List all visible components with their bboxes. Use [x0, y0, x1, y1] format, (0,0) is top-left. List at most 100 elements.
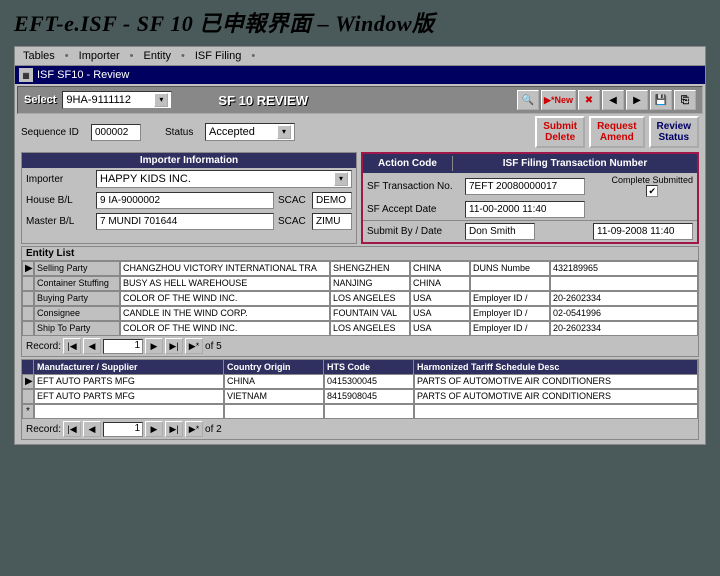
select-value: 9HA-9111112: [66, 94, 131, 106]
request-amend-button[interactable]: RequestAmend: [589, 116, 644, 148]
nav-new-button[interactable]: ▶*: [185, 421, 203, 437]
hts-desc-field[interactable]: PARTS OF AUTOMOTIVE AIR CONDITIONERS: [414, 374, 698, 389]
hts-country-field[interactable]: [224, 404, 324, 419]
house-scac-field[interactable]: DEMO: [312, 192, 352, 209]
hts-code-field[interactable]: 0415300045: [324, 374, 414, 389]
select-combo[interactable]: 9HA-9111112 ▾: [62, 91, 172, 109]
importer-label: Importer: [26, 174, 92, 185]
hts-record-nav: Record: |◀ ◀ 1 ▶ ▶| ▶* of 2: [22, 419, 698, 439]
hts-desc-field[interactable]: [414, 404, 698, 419]
nav-prev-button[interactable]: ◀: [83, 421, 101, 437]
entity-idval-field[interactable]: 02-0541996: [550, 306, 698, 321]
entity-country-field[interactable]: CHINA: [410, 261, 470, 276]
entity-idval-field[interactable]: 20-2602334: [550, 291, 698, 306]
close-icon[interactable]: ⎘: [674, 90, 696, 110]
entity-name-field[interactable]: COLOR OF THE WIND INC.: [120, 321, 330, 336]
hts-panel: Manufacturer / Supplier Country Origin H…: [21, 359, 699, 440]
entity-row[interactable]: ConsigneeCANDLE IN THE WIND CORP.FOUNTAI…: [22, 306, 698, 321]
nav-next-button[interactable]: ▶: [145, 338, 163, 354]
hts-mfg-field[interactable]: [34, 404, 224, 419]
nav-last-button[interactable]: ▶|: [165, 421, 183, 437]
slide-title: EFT-e.ISF - SF 10 已申報界面 – Window版: [0, 0, 720, 46]
binoculars-icon[interactable]: 🔍: [517, 90, 539, 110]
hts-code-field[interactable]: 8415908045: [324, 389, 414, 404]
cross-icon[interactable]: ✖: [578, 90, 600, 110]
hts-row[interactable]: EFT AUTO PARTS MFGVIETNAM8415908045PARTS…: [22, 389, 698, 404]
house-bl-field[interactable]: 9 IA-9000002: [96, 192, 274, 209]
hts-desc-field[interactable]: PARTS OF AUTOMOTIVE AIR CONDITIONERS: [414, 389, 698, 404]
accept-date-field[interactable]: 11-00-2000 11:40: [465, 201, 585, 218]
entity-name-field[interactable]: COLOR OF THE WIND INC.: [120, 291, 330, 306]
entity-city-field[interactable]: FOUNTAIN VAL: [330, 306, 410, 321]
entity-city-field[interactable]: LOS ANGELES: [330, 291, 410, 306]
next-button[interactable]: ▶: [626, 90, 648, 110]
menu-tables[interactable]: Tables: [19, 49, 59, 63]
entity-city-field[interactable]: LOS ANGELES: [330, 321, 410, 336]
nav-prev-button[interactable]: ◀: [83, 338, 101, 354]
txn-no-label: SF Transaction No.: [367, 181, 461, 192]
entity-country-field[interactable]: USA: [410, 321, 470, 336]
entity-country-field[interactable]: USA: [410, 291, 470, 306]
chevron-down-icon[interactable]: ▾: [277, 125, 291, 139]
entity-idval-field[interactable]: 20-2602334: [550, 321, 698, 336]
record-position[interactable]: 1: [103, 339, 143, 354]
record-of: of 5: [205, 341, 222, 352]
record-label: Record:: [26, 341, 61, 352]
review-status-button[interactable]: ReviewStatus: [649, 116, 699, 148]
prev-button[interactable]: ◀: [602, 90, 624, 110]
menu-isf-filing[interactable]: ISF Filing: [191, 49, 245, 63]
hts-mfg-field[interactable]: EFT AUTO PARTS MFG: [34, 374, 224, 389]
entity-country-field[interactable]: CHINA: [410, 276, 470, 291]
complete-submitted-checkbox[interactable]: ✔: [646, 185, 658, 197]
menu-importer[interactable]: Importer: [75, 49, 124, 63]
nav-new-button[interactable]: ▶*: [185, 338, 203, 354]
hts-country-field[interactable]: VIETNAM: [224, 389, 324, 404]
nav-first-button[interactable]: |◀: [63, 421, 81, 437]
entity-name-field[interactable]: CANDLE IN THE WIND CORP.: [120, 306, 330, 321]
entity-row[interactable]: Buying PartyCOLOR OF THE WIND INC.LOS AN…: [22, 291, 698, 306]
hts-code-field[interactable]: [324, 404, 414, 419]
entity-role: Consignee: [34, 306, 120, 321]
entity-idtype-field[interactable]: Employer ID /: [470, 321, 550, 336]
col-hts-desc: Harmonized Tariff Schedule Desc: [414, 360, 698, 374]
entity-idtype-field[interactable]: DUNS Numbe: [470, 261, 550, 276]
entity-name-field[interactable]: BUSY AS HELL WAREHOUSE: [120, 276, 330, 291]
chevron-down-icon[interactable]: ▾: [334, 172, 348, 186]
nav-next-button[interactable]: ▶: [145, 421, 163, 437]
submit-by-field: Don Smith: [465, 223, 535, 240]
accept-date-label: SF Accept Date: [367, 204, 461, 215]
sequence-id-field[interactable]: 000002: [91, 124, 141, 141]
submit-delete-button[interactable]: SubmitDelete: [535, 116, 585, 148]
entity-country-field[interactable]: USA: [410, 306, 470, 321]
entity-row[interactable]: Ship To PartyCOLOR OF THE WIND INC.LOS A…: [22, 321, 698, 336]
entity-idtype-field[interactable]: Employer ID /: [470, 306, 550, 321]
master-scac-field[interactable]: ZIMU: [312, 213, 352, 230]
hts-mfg-field[interactable]: EFT AUTO PARTS MFG: [34, 389, 224, 404]
hts-row[interactable]: ▶EFT AUTO PARTS MFGCHINA0415300045PARTS …: [22, 374, 698, 389]
nav-first-button[interactable]: |◀: [63, 338, 81, 354]
new-button[interactable]: ▶* New: [541, 90, 576, 110]
save-icon[interactable]: 💾: [650, 90, 672, 110]
entity-city-field[interactable]: NANJING: [330, 276, 410, 291]
menu-entity[interactable]: Entity: [139, 49, 175, 63]
col-hts-code: HTS Code: [324, 360, 414, 374]
record-position[interactable]: 1: [103, 422, 143, 437]
entity-idtype-field[interactable]: [470, 276, 550, 291]
status-combo[interactable]: Accepted ▾: [205, 123, 295, 141]
select-label: Select: [24, 94, 56, 106]
importer-combo[interactable]: HAPPY KIDS INC. ▾: [96, 170, 352, 188]
master-bl-field[interactable]: 7 MUNDI 701644: [96, 213, 274, 230]
entity-city-field[interactable]: SHENGZHEN: [330, 261, 410, 276]
nav-last-button[interactable]: ▶|: [165, 338, 183, 354]
entity-idval-field[interactable]: [550, 276, 698, 291]
chevron-down-icon[interactable]: ▾: [154, 93, 168, 107]
entity-name-field[interactable]: CHANGZHOU VICTORY INTERNATIONAL TRA: [120, 261, 330, 276]
hts-country-field[interactable]: CHINA: [224, 374, 324, 389]
hts-row[interactable]: *: [22, 404, 698, 419]
entity-idtype-field[interactable]: Employer ID /: [470, 291, 550, 306]
entity-idval-field[interactable]: 432189965: [550, 261, 698, 276]
record-of: of 2: [205, 424, 222, 435]
txn-no-field[interactable]: 7EFT 20080000017: [465, 178, 585, 195]
entity-row[interactable]: ▶Selling PartyCHANGZHOU VICTORY INTERNAT…: [22, 261, 698, 276]
entity-row[interactable]: Container StuffingBUSY AS HELL WAREHOUSE…: [22, 276, 698, 291]
